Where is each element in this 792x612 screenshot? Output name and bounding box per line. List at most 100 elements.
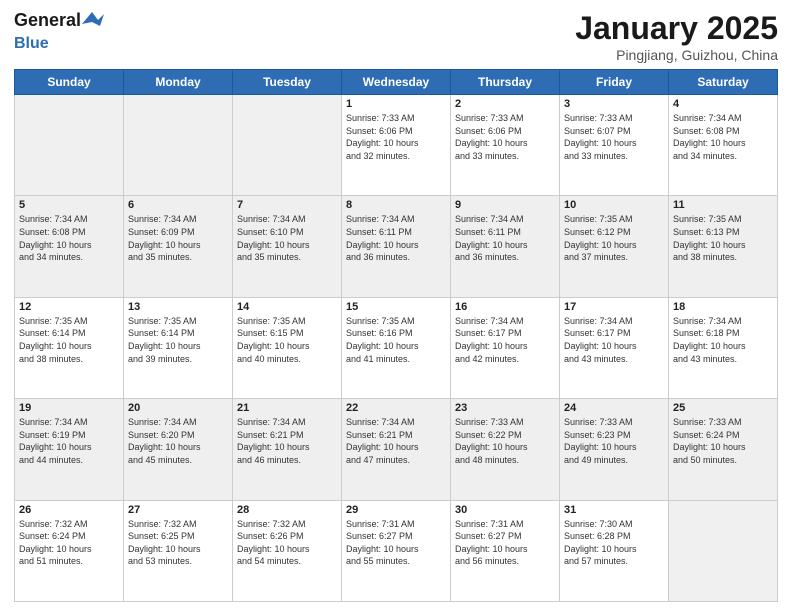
calendar-cell: 23Sunrise: 7:33 AM Sunset: 6:22 PM Dayli…: [451, 399, 560, 500]
day-info: Sunrise: 7:34 AM Sunset: 6:09 PM Dayligh…: [128, 213, 228, 263]
calendar-cell: 10 Sunrise: 7:35 AM Sunset: 6:12 PM Dayli…: [560, 196, 669, 297]
day-info: Sunrise: 7:33 AM Sunset: 6:06 PM Dayligh…: [455, 112, 555, 162]
calendar-cell: 18 Sunrise: 7:34 AM Sunset: 6:18 PM Dayli…: [669, 297, 778, 398]
day-number: 30: [455, 504, 555, 516]
header-monday: Monday: [124, 70, 233, 95]
header-saturday: Saturday: [669, 70, 778, 95]
logo: General Blue: [14, 10, 105, 53]
title-block: January 2025 Pingjiang, Guizhou, China: [575, 10, 778, 63]
header-wednesday: Wednesday: [342, 70, 451, 95]
day-info: Sunrise: 7:30 AM Sunset: 6:28 PM Dayligh…: [564, 518, 664, 568]
day-number: 11: [673, 199, 773, 211]
header-tuesday: Tuesday: [233, 70, 342, 95]
location-subtitle: Pingjiang, Guizhou, China: [575, 47, 778, 63]
day-number: 24: [564, 402, 664, 414]
day-number: 6: [128, 199, 228, 211]
day-info: Sunrise: 7:34 AM Sunset: 6:21 PM Dayligh…: [346, 416, 446, 466]
calendar-cell: [233, 95, 342, 196]
day-number: 17: [564, 301, 664, 313]
logo-general: General: [14, 10, 81, 32]
day-number: 19: [19, 402, 119, 414]
day-info: Sunrise: 7:35 AM Sunset: 6:16 PM Dayligh…: [346, 315, 446, 365]
day-info: Sunrise: 7:33 AM Sunset: 6:06 PM Dayligh…: [346, 112, 446, 162]
day-number: 1: [346, 98, 446, 110]
day-number: 13: [128, 301, 228, 313]
calendar-cell: 15 Sunrise: 7:35 AM Sunset: 6:16 PM Dayli…: [342, 297, 451, 398]
logo-bird-icon: [82, 12, 104, 30]
day-info: Sunrise: 7:34 AM Sunset: 6:10 PM Dayligh…: [237, 213, 337, 263]
day-number: 26: [19, 504, 119, 516]
day-number: 16: [455, 301, 555, 313]
week-row-5: 26 Sunrise: 7:32 AM Sunset: 6:24 PM Dayli…: [15, 500, 778, 601]
day-number: 14: [237, 301, 337, 313]
calendar-cell: 13 Sunrise: 7:35 AM Sunset: 6:14 PM Dayli…: [124, 297, 233, 398]
calendar-cell: 8Sunrise: 7:34 AM Sunset: 6:11 PM Daylig…: [342, 196, 451, 297]
logo-blue: Blue: [14, 35, 49, 52]
day-info: Sunrise: 7:35 AM Sunset: 6:14 PM Dayligh…: [128, 315, 228, 365]
day-number: 3: [564, 98, 664, 110]
calendar-cell: 17 Sunrise: 7:34 AM Sunset: 6:17 PM Dayli…: [560, 297, 669, 398]
day-number: 18: [673, 301, 773, 313]
day-info: Sunrise: 7:35 AM Sunset: 6:15 PM Dayligh…: [237, 315, 337, 365]
calendar-cell: 30 Sunrise: 7:31 AM Sunset: 6:27 PM Dayli…: [451, 500, 560, 601]
day-number: 27: [128, 504, 228, 516]
day-info: Sunrise: 7:33 AM Sunset: 6:07 PM Dayligh…: [564, 112, 664, 162]
calendar-cell: 2 Sunrise: 7:33 AM Sunset: 6:06 PM Daylig…: [451, 95, 560, 196]
calendar-cell: 31 Sunrise: 7:30 AM Sunset: 6:28 PM Dayli…: [560, 500, 669, 601]
day-info: Sunrise: 7:35 AM Sunset: 6:13 PM Dayligh…: [673, 213, 773, 263]
calendar-cell: 12Sunrise: 7:35 AM Sunset: 6:14 PM Dayli…: [15, 297, 124, 398]
day-info: Sunrise: 7:34 AM Sunset: 6:18 PM Dayligh…: [673, 315, 773, 365]
calendar-cell: 1 Sunrise: 7:33 AM Sunset: 6:06 PM Daylig…: [342, 95, 451, 196]
day-number: 10: [564, 199, 664, 211]
week-row-4: 19 Sunrise: 7:34 AM Sunset: 6:19 PM Dayli…: [15, 399, 778, 500]
calendar-cell: 29 Sunrise: 7:31 AM Sunset: 6:27 PM Dayli…: [342, 500, 451, 601]
calendar-cell: 27 Sunrise: 7:32 AM Sunset: 6:25 PM Dayli…: [124, 500, 233, 601]
calendar-cell: 20Sunrise: 7:34 AM Sunset: 6:20 PM Dayli…: [124, 399, 233, 500]
day-number: 21: [237, 402, 337, 414]
day-info: Sunrise: 7:32 AM Sunset: 6:26 PM Dayligh…: [237, 518, 337, 568]
day-info: Sunrise: 7:34 AM Sunset: 6:17 PM Dayligh…: [455, 315, 555, 365]
day-number: 5: [19, 199, 119, 211]
header-sunday: Sunday: [15, 70, 124, 95]
day-info: Sunrise: 7:34 AM Sunset: 6:11 PM Dayligh…: [455, 213, 555, 263]
week-row-1: 1 Sunrise: 7:33 AM Sunset: 6:06 PM Daylig…: [15, 95, 778, 196]
calendar-cell: 26 Sunrise: 7:32 AM Sunset: 6:24 PM Dayli…: [15, 500, 124, 601]
calendar-cell: 25 Sunrise: 7:33 AM Sunset: 6:24 PM Dayli…: [669, 399, 778, 500]
month-title: January 2025: [575, 10, 778, 47]
day-number: 20: [128, 402, 228, 414]
calendar-cell: [124, 95, 233, 196]
calendar-cell: 16 Sunrise: 7:34 AM Sunset: 6:17 PM Dayli…: [451, 297, 560, 398]
calendar-cell: 14 Sunrise: 7:35 AM Sunset: 6:15 PM Dayli…: [233, 297, 342, 398]
day-number: 12: [19, 301, 119, 313]
day-info: Sunrise: 7:34 AM Sunset: 6:17 PM Dayligh…: [564, 315, 664, 365]
calendar-cell: 9 Sunrise: 7:34 AM Sunset: 6:11 PM Daylig…: [451, 196, 560, 297]
day-number: 22: [346, 402, 446, 414]
calendar-cell: 28 Sunrise: 7:32 AM Sunset: 6:26 PM Dayli…: [233, 500, 342, 601]
day-info: Sunrise: 7:34 AM Sunset: 6:11 PM Dayligh…: [346, 213, 446, 263]
day-number: 28: [237, 504, 337, 516]
day-number: 15: [346, 301, 446, 313]
day-info: Sunrise: 7:32 AM Sunset: 6:25 PM Dayligh…: [128, 518, 228, 568]
day-info: Sunrise: 7:34 AM Sunset: 6:19 PM Dayligh…: [19, 416, 119, 466]
week-row-3: 12 Sunrise: 7:35 AM Sunset: 6:14 PM Dayli…: [15, 297, 778, 398]
day-number: 31: [564, 504, 664, 516]
calendar-cell: 5Sunrise: 7:34 AM Sunset: 6:08 PM Daylig…: [15, 196, 124, 297]
day-number: 25: [673, 402, 773, 414]
day-number: 4: [673, 98, 773, 110]
day-number: 23: [455, 402, 555, 414]
day-number: 29: [346, 504, 446, 516]
calendar-cell: [15, 95, 124, 196]
day-number: 2: [455, 98, 555, 110]
day-info: Sunrise: 7:32 AM Sunset: 6:24 PM Dayligh…: [19, 518, 119, 568]
day-number: 9: [455, 199, 555, 211]
day-info: Sunrise: 7:33 AM Sunset: 6:24 PM Dayligh…: [673, 416, 773, 466]
calendar-cell: 24 Sunrise: 7:33 AM Sunset: 6:23 PM Dayli…: [560, 399, 669, 500]
calendar-table: Sunday Monday Tuesday Wednesday Thursday…: [14, 69, 778, 602]
calendar-cell: 22 Sunrise: 7:34 AM Sunset: 6:21 PM Dayli…: [342, 399, 451, 500]
day-info: Sunrise: 7:33 AM Sunset: 6:23 PM Dayligh…: [564, 416, 664, 466]
day-info: Sunrise: 7:31 AM Sunset: 6:27 PM Dayligh…: [346, 518, 446, 568]
day-info: Sunrise: 7:31 AM Sunset: 6:27 PM Dayligh…: [455, 518, 555, 568]
day-info: Sunrise: 7:35 AM Sunset: 6:12 PM Dayligh…: [564, 213, 664, 263]
logo-text: General Blue: [14, 10, 105, 53]
day-info: Sunrise: 7:34 AM Sunset: 6:08 PM Dayligh…: [673, 112, 773, 162]
